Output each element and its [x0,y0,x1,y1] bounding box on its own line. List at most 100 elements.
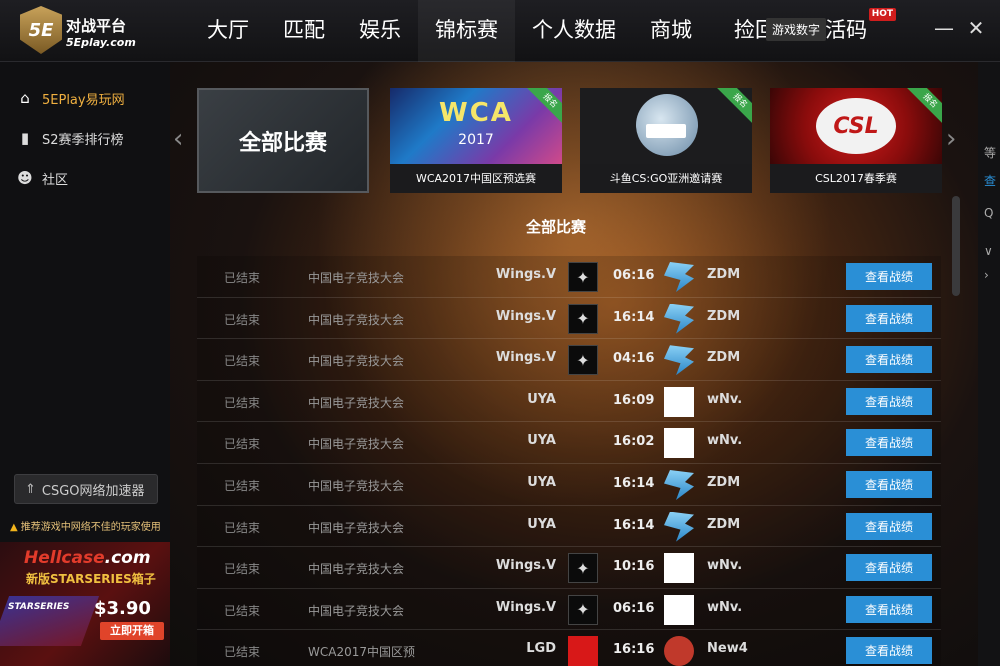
team1-name: UYA [527,391,556,407]
team2-name: ZDM [707,474,741,490]
team1-logo-icon [568,512,598,542]
team1-name: UYA [527,474,556,490]
logo-badge-text: 5E [28,19,54,41]
sidebar-item-label: 社区 [42,172,69,188]
team1-name: Wings.V [495,558,556,574]
app-logo[interactable]: 5E 对战平台 5Eplay.com [20,6,150,54]
card-douyu-invitational[interactable]: 报名 斗鱼CS:GO亚洲邀请赛 [580,88,752,193]
team2-name: ZDM [707,516,741,532]
team1-name: Wings.V [495,267,556,282]
team2-name: ZDM [707,308,741,324]
match-league: 中国电子竞技大会 [308,354,405,369]
team2-name: ZDM [707,267,741,282]
csgo-accelerator-button[interactable]: ⇑ CSGO网络加速器 [14,474,158,504]
sidebar-item-5eplay[interactable]: ⌂ 5EPlay易玩网 [0,78,170,118]
card-all-label: 全部比赛 [238,130,327,156]
team2-logo-icon [664,636,694,666]
match-score: 16:14 [613,309,655,325]
match-status: 已结束 [224,437,261,452]
section-title: 全部比赛 [525,218,586,236]
carousel-prev-button[interactable]: ‹ [173,124,183,154]
right-panel-strip: 等 查 Q ∨ › [978,62,1000,666]
view-record-button[interactable]: 查看战绩 [846,429,932,457]
view-record-button[interactable]: 查看战绩 [846,512,932,540]
team2-logo-icon [664,553,694,584]
game-tip-tooltip: 游戏数字 [766,18,827,41]
match-row: 已结束 中国电子竞技大会 Wings.V ✦ 06:16 wNv. 查看战绩 [197,588,941,631]
view-record-button[interactable]: 查看战绩 [846,387,932,415]
view-record-button[interactable]: 查看战绩 [846,470,932,498]
view-record-button[interactable]: 查看战绩 [846,554,932,582]
ad-price: $3.90 [94,598,151,619]
chevron-down-icon[interactable]: ∨ [984,244,993,258]
team1-name: Wings.V [495,599,556,615]
match-row: 已结束 中国电子竞技大会 Wings.V ✦ 10:16 wNv. 查看战绩 [197,547,941,589]
match-league: 中国电子竞技大会 [308,520,405,535]
douyu-banner-image [580,88,752,164]
team2-logo-icon [664,428,694,459]
logo-subtitle: 5Eplay.com [66,36,136,49]
view-record-button[interactable]: 查看战绩 [846,595,932,623]
match-score: 06:16 [613,268,655,283]
match-league: 中国电子竞技大会 [308,562,405,577]
minimize-button[interactable]: — [932,16,956,40]
nav-match[interactable]: 匹配 [266,0,342,62]
match-league: 中国电子竞技大会 [308,271,405,285]
team2-name: New4 [707,641,748,657]
tournament-main-panel: ‹ › 全部比赛 WCA 2017 报名 WCA2017中国区预选赛 报名 斗鱼… [170,62,978,666]
match-league: 中国电子竞技大会 [308,603,405,618]
match-league: 中国电子竞技大会 [308,478,405,493]
right-strip-link[interactable]: 查 [984,172,996,189]
view-record-button[interactable]: 查看战绩 [846,263,932,290]
team2-logo-icon [664,594,694,625]
view-record-button[interactable]: 查看战绩 [846,637,932,665]
nav-entertainment[interactable]: 娱乐 [342,0,418,62]
card-all-matches[interactable]: 全部比赛 [197,88,369,193]
users-icon: ☻ [17,169,33,187]
match-status: 已结束 [224,645,261,660]
team2-logo-icon [664,469,694,500]
team2-name: wNv. [707,599,743,615]
match-row: 已结束 中国电子竞技大会 UYA 16:02 wNv. 查看战绩 [197,422,941,464]
team1-logo-icon [568,470,598,500]
match-score: 16:02 [613,434,655,450]
match-row: 已结束 中国电子竞技大会 UYA 16:09 wNv. 查看战绩 [197,380,941,423]
carousel-next-button[interactable]: › [946,124,956,154]
ad-gun-text: STARSERIES [8,602,70,612]
sidebar: ⌂ 5EPlay易玩网 ▮ S2赛季排行榜 ☻ 社区 ⇑ CSGO网络加速器 ▲… [0,62,170,666]
ad-subtitle: 新版STARSERIES箱子 [26,572,156,586]
hellcase-ad-banner[interactable]: Hellcase.com 新版STARSERIES箱子 STARSERIES $… [0,542,170,666]
team1-name: Wings.V [495,350,556,366]
nav-tournament[interactable]: 锦标赛 [418,0,515,62]
match-status: 已结束 [224,478,261,493]
nav-personal-data[interactable]: 个人数据 [515,0,633,62]
search-icon[interactable]: Q [984,206,993,220]
team1-logo-icon: ✦ [568,303,598,334]
view-record-button[interactable]: 查看战绩 [846,304,932,332]
view-record-button[interactable]: 查看战绩 [846,346,932,374]
sidebar-item-community[interactable]: ☻ 社区 [0,158,170,198]
rocket-icon: ⇑ [25,481,36,497]
nav-lobby[interactable]: 大厅 [190,0,266,62]
top-navigation-bar: 5E 对战平台 5Eplay.com 大厅 匹配 娱乐 锦标赛 个人数据 商城 … [0,0,1000,62]
close-button[interactable]: ✕ [964,16,988,40]
match-league: 中国电子竞技大会 [308,437,405,452]
match-score: 16:14 [613,517,655,533]
ad-open-button[interactable]: 立即开箱 [100,622,164,640]
match-league: 中国电子竞技大会 [308,312,405,327]
match-row: 已结束 中国电子竞技大会 UYA 16:14 ZDM 查看战绩 [197,463,941,506]
warning-text: 推荐游戏中网络不佳的玩家使用 [20,522,161,533]
card-wca2017[interactable]: WCA 2017 报名 WCA2017中国区预选赛 [390,88,562,193]
accelerator-warning: ▲ 推荐游戏中网络不佳的玩家使用 [10,518,161,533]
chevron-right-icon[interactable]: › [984,268,989,282]
nav-shop[interactable]: 商城 [633,0,709,62]
match-league: WCA2017中国区预 [308,645,415,660]
match-row: 已结束 WCA2017中国区预 LGD 16:16 New4 查看战绩 [197,630,941,666]
card-caption: 斗鱼CS:GO亚洲邀请赛 [580,164,752,193]
sidebar-item-leaderboard[interactable]: ▮ S2赛季排行榜 [0,118,170,158]
card-csl2017[interactable]: CSL 报名 CSL2017春季赛 [770,88,942,193]
right-strip-text: 等 [984,146,997,160]
scrollbar[interactable] [952,196,960,296]
team1-name: Wings.V [495,308,556,324]
team1-logo-icon [568,387,598,417]
